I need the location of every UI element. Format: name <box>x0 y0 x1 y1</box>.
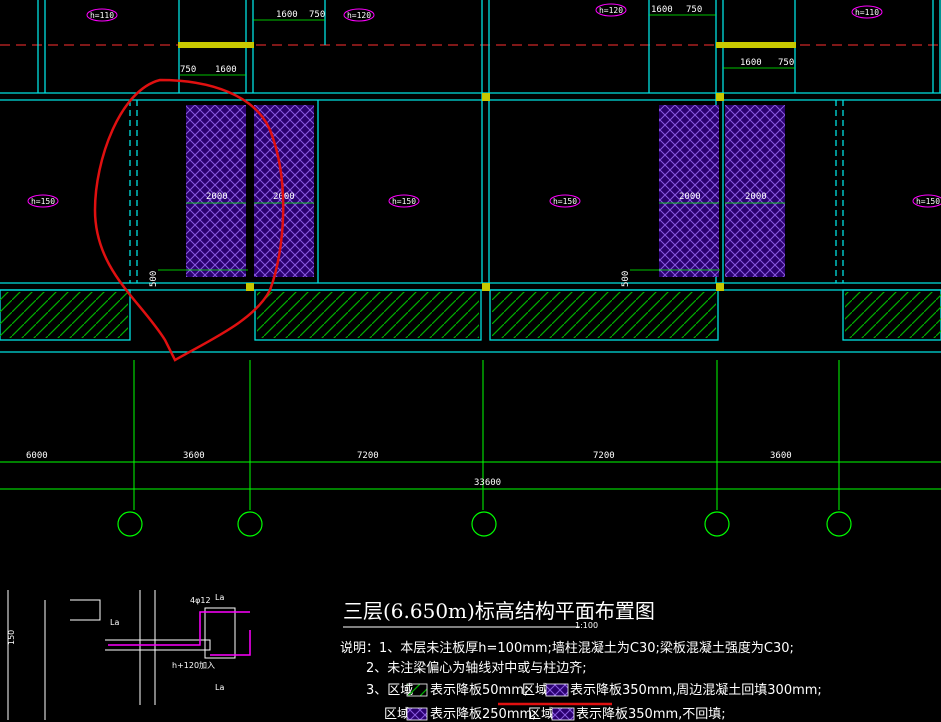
slab-tag: h=150 <box>31 197 55 206</box>
dim-label: 1600 <box>215 65 237 75</box>
dim-label: 750 <box>778 58 794 68</box>
cad-drawing-canvas: h=110 h=120 h=120 h=110 h=150 h=150 h=15… <box>0 0 941 722</box>
note-line-2: 2、未注梁偏心为轴线对中或与柱边齐; <box>366 660 587 676</box>
axis-dim: 3600 <box>770 451 792 461</box>
legend-swatch-green <box>406 683 428 697</box>
slab-tag: h=150 <box>553 197 577 206</box>
slab-tag: h=150 <box>392 197 416 206</box>
note-line-3b: 表示降板350mm,周边混凝土回填300mm; <box>570 682 822 698</box>
dim-label: 2000 <box>679 192 701 202</box>
dim-label: 750 <box>686 5 702 15</box>
dim-label: 1600 <box>740 58 762 68</box>
detail-label: 150 <box>7 630 16 645</box>
slab-tags <box>27 3 941 208</box>
dim-label: 2000 <box>745 192 767 202</box>
note-line-3b-prefix: 区域 <box>522 683 548 698</box>
detail-label: 4φ12 <box>190 596 211 605</box>
note-line-4-prefix: 区域 <box>384 707 410 722</box>
hatch-zones-green <box>0 292 941 338</box>
hatch-zones-purple <box>186 105 785 277</box>
note-line-3-prefix: 3、区域 <box>366 683 413 698</box>
legend-swatch-purple <box>545 683 569 697</box>
axis-dim: 3600 <box>183 451 205 461</box>
floor-plan-svg: h=110 h=120 h=120 h=110 h=150 h=150 h=15… <box>0 0 941 722</box>
section-detail <box>7 590 236 720</box>
dim-label: 1600 <box>651 5 673 15</box>
dim-label: 1600 <box>276 10 298 20</box>
legend-swatch-purple-2 <box>406 707 428 721</box>
legend-swatch-purple-3 <box>551 707 575 721</box>
detail-label: La <box>110 618 119 627</box>
slab-tag: h=110 <box>90 11 114 20</box>
dim-label: 500 <box>149 271 159 287</box>
note-line-4a: 表示降板250mm; <box>430 707 537 722</box>
slab-tag: h=110 <box>855 8 879 17</box>
detail-label: La <box>215 593 224 602</box>
detail-label: h+120加入 <box>172 660 215 670</box>
axis-grid <box>0 360 941 510</box>
section-detail-rebar <box>108 611 251 656</box>
total-dim: 33600 <box>474 478 501 488</box>
drawing-title: 三层(6.650m)标高结构平面布置图 <box>343 599 655 623</box>
note-line-4b-prefix: 区域 <box>528 707 554 722</box>
slab-tag: h=120 <box>347 11 371 20</box>
note-line-4b: 表示降板350mm,不回填; <box>576 707 726 722</box>
note-line-1: 说明：1、本层未注板厚h=100mm;墙柱混凝土为C30;梁板混凝土强度为C30… <box>340 640 794 656</box>
axis-dim: 7200 <box>593 451 615 461</box>
drawing-scale: 1:100 <box>575 621 598 630</box>
axis-bubbles <box>117 511 852 537</box>
slab-tag: h=120 <box>599 6 623 15</box>
axis-dim: 7200 <box>357 451 379 461</box>
dim-label: 750 <box>180 65 196 75</box>
dim-label: 500 <box>621 271 631 287</box>
detail-label: La <box>215 683 224 692</box>
note-line-3a: 表示降板50mm; <box>430 683 528 698</box>
dim-label: 2000 <box>206 192 228 202</box>
dim-label: 750 <box>309 10 325 20</box>
slab-tag: h=150 <box>916 197 940 206</box>
axis-dim: 6000 <box>26 451 48 461</box>
